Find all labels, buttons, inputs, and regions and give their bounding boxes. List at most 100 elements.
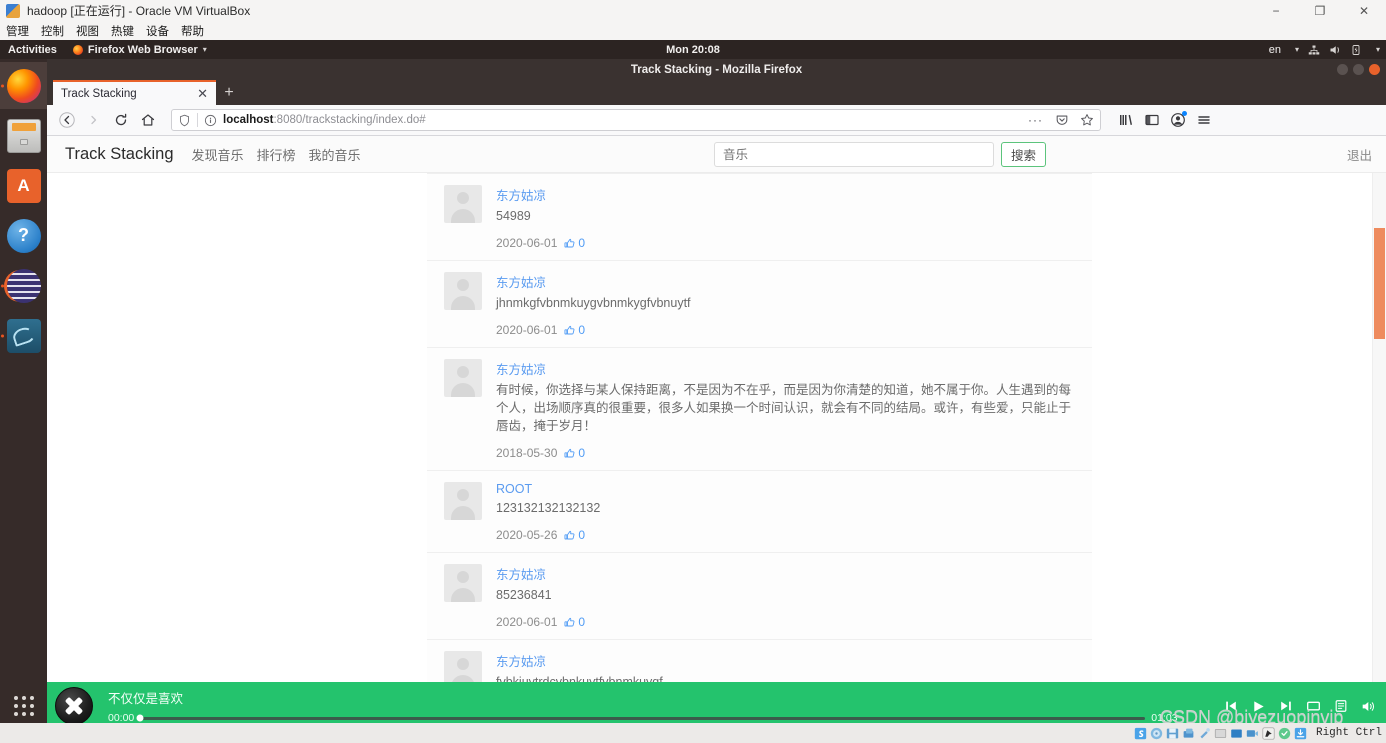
comment-meta: 2020-06-01 0 [496,236,1076,250]
nav-discover-music[interactable]: 发现音乐 [192,145,244,164]
menu-item-control[interactable]: 控制 [41,23,64,39]
nav-my-music[interactable]: 我的音乐 [309,145,361,164]
comment-date: 2020-05-26 [496,528,558,542]
previous-icon[interactable] [1224,699,1238,713]
comment-meta: 2020-06-01 0 [496,615,1076,629]
volume-icon[interactable] [1329,44,1341,56]
player-progress-bar[interactable] [136,714,1146,722]
search-area: 搜索 [714,142,1047,167]
menu-item-help[interactable]: 帮助 [181,23,204,39]
volume-icon[interactable] [1361,699,1376,714]
active-app-menu[interactable]: Firefox Web Browser ▾ [72,43,207,56]
optical-disk-icon[interactable] [1150,727,1163,740]
search-input[interactable] [714,142,994,167]
sidebar-icon[interactable] [1140,108,1164,132]
dock-item-help[interactable] [0,212,47,259]
comment-text: jhnmkgfvbnmkuygvbnmkygfvbnuytf [496,296,691,310]
home-button[interactable] [136,108,160,132]
menu-item-manage[interactable]: 管理 [6,23,29,39]
comment-username[interactable]: 东方姑凉 [496,359,1076,378]
like-button[interactable]: 0 [563,528,585,542]
back-button[interactable] [55,108,79,132]
ubuntu-icon [6,268,41,303]
logout-link[interactable]: 退出 [1347,145,1372,164]
reload-button[interactable] [109,108,133,132]
nav-chart[interactable]: 排行榜 [257,145,296,164]
next-icon[interactable] [1279,699,1293,713]
player-progress-knob[interactable] [136,714,144,722]
album-cover[interactable] [55,687,93,725]
shared-folder-icon[interactable] [1214,727,1227,740]
mouse-integration-icon[interactable] [1262,726,1275,740]
floppy-icon[interactable] [1166,727,1179,740]
play-icon[interactable] [1251,699,1266,714]
search-button[interactable]: 搜索 [1001,142,1047,167]
page-scrollbar-thumb[interactable] [1374,228,1385,339]
display-icon[interactable] [1230,727,1243,740]
active-app-label: Firefox Web Browser [87,43,198,56]
download-icon[interactable] [1294,727,1307,740]
comment-username[interactable]: ROOT [496,482,1076,496]
account-icon[interactable] [1166,108,1190,132]
dock-item-files[interactable] [0,112,47,159]
page-content: 东方姑凉 54989 2020-06-01 0 东方姑凉 jhnmkgfvbnmkuygv… [47,173,1386,682]
chevron-down-icon[interactable]: ▾ [1376,45,1380,54]
player-info: 不仅仅是喜欢 00:00 01:03 [108,688,1178,724]
close-button[interactable]: ✕ [1342,0,1386,21]
tab-track-stacking[interactable]: Track Stacking ✕ [53,80,216,105]
comment-username[interactable]: 东方姑凉 [496,564,1076,583]
close-icon[interactable]: ✕ [197,87,208,100]
panel-clock[interactable]: Mon 20:08 [666,44,720,56]
tab-label: Track Stacking [61,87,137,100]
library-icon[interactable] [1114,108,1138,132]
like-count: 0 [578,323,586,337]
maximize-button[interactable]: ❐ [1298,0,1342,21]
dock-item-mysql-workbench[interactable] [0,312,47,359]
dock-item-ubuntu[interactable] [0,262,47,309]
like-button[interactable]: 0 [563,446,585,460]
comment-username[interactable]: 东方姑凉 [496,651,1076,670]
menu-item-hotkeys[interactable]: 热键 [111,23,134,39]
close-icon[interactable] [1369,64,1380,75]
account-badge [1182,111,1187,116]
like-button[interactable]: 0 [563,615,585,629]
firefox-navbar: localhost:8080/trackstacking/index.do# ·… [47,105,1386,136]
hdd-icon[interactable] [1134,727,1147,740]
activities-button[interactable]: Activities [8,44,57,56]
new-tab-button[interactable]: + [216,80,242,105]
virtualbox-statusbar: Right Ctrl [0,723,1386,743]
menu-item-devices[interactable]: 设备 [146,23,169,39]
comment-body: ROOT 123132132132132 2020-05-26 0 [496,482,1092,542]
network-icon[interactable] [1308,44,1320,56]
minimize-icon[interactable] [1337,64,1348,75]
like-button[interactable]: 0 [563,323,585,337]
network-adapter-icon[interactable] [1182,727,1195,740]
comment-meta: 2018-05-30 0 [496,446,1076,460]
minimize-button[interactable]: − [1254,0,1298,21]
comment-username[interactable]: 东方姑凉 [496,272,1076,291]
recording-icon[interactable] [1246,727,1259,740]
battery-icon[interactable] [1350,44,1362,56]
page-actions-button[interactable]: ··· [1028,113,1043,127]
comment-list: 东方姑凉 54989 2020-06-01 0 东方姑凉 jhnmkgfvbnmkuygv… [427,173,1092,682]
like-button[interactable]: 0 [563,236,585,250]
playlist-icon[interactable] [1334,699,1348,713]
pocket-icon[interactable] [1055,113,1069,127]
info-icon[interactable] [204,114,217,127]
usb-icon[interactable] [1198,727,1211,740]
dock-item-ubuntu-software[interactable] [0,162,47,209]
forward-button[interactable] [82,108,106,132]
screen-icon[interactable] [1306,699,1321,714]
url-bar[interactable]: localhost:8080/trackstacking/index.do# ·… [171,109,1101,131]
bookmark-star-icon[interactable] [1080,113,1094,127]
dock-item-firefox[interactable] [0,62,47,109]
window-controls: − ❐ ✕ [1254,0,1386,21]
keyboard-layout-label[interactable]: en [1269,44,1281,56]
comment-username[interactable]: 东方姑凉 [496,185,1076,204]
maximize-icon[interactable] [1353,64,1364,75]
menu-icon[interactable] [1192,108,1216,132]
guest-additions-icon[interactable] [1278,727,1291,740]
page-scrollbar[interactable] [1372,173,1386,682]
site-brand[interactable]: Track Stacking [65,145,174,164]
menu-item-view[interactable]: 视图 [76,23,99,39]
